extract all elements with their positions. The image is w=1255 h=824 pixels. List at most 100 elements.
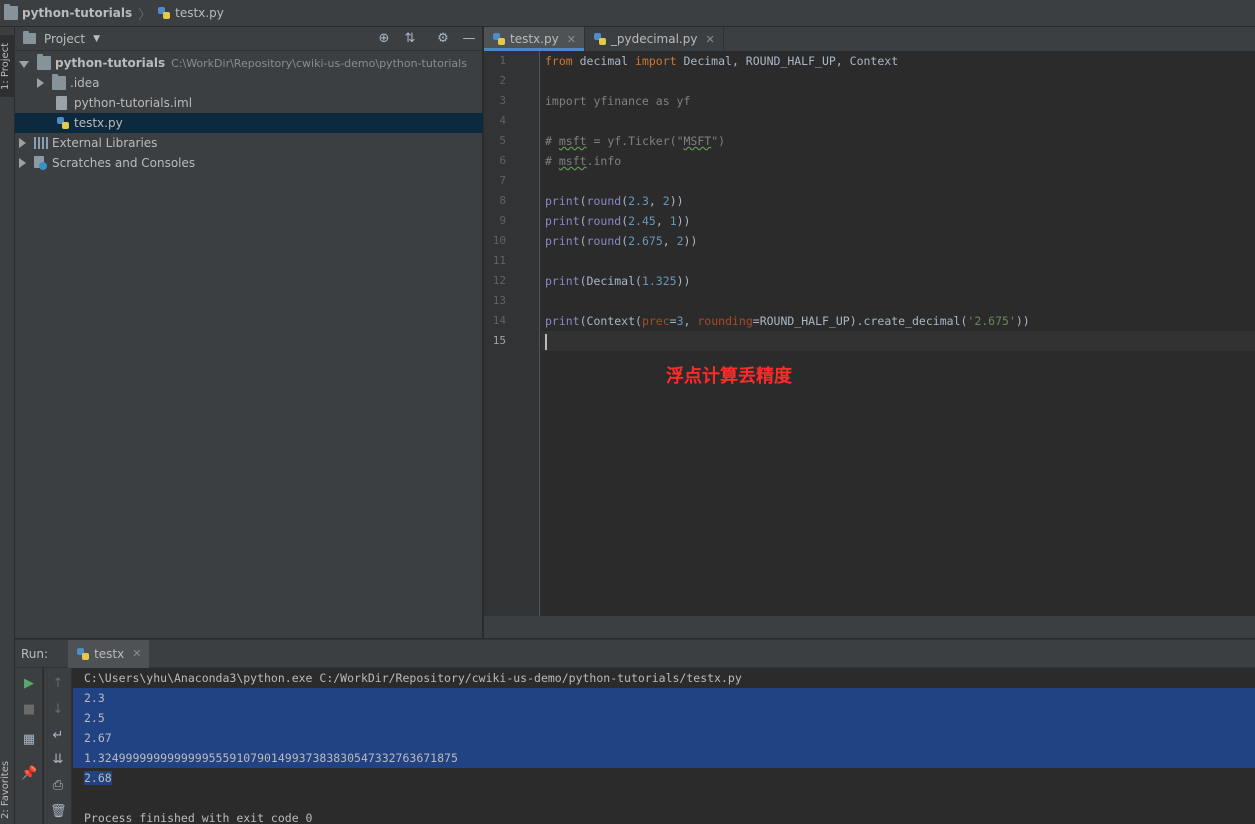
python-file-icon — [492, 32, 506, 46]
line-number: 4 — [499, 114, 506, 127]
line-number: 8 — [499, 194, 506, 207]
tree-item-label: python-tutorials.iml — [74, 96, 193, 110]
code-line-14: print(Context(prec=3, rounding=ROUND_HAL… — [545, 314, 1030, 328]
tree-item-project-root[interactable]: python-tutorials C:\WorkDir\Repository\c… — [15, 53, 483, 73]
navigation-bar: python-tutorials 〉 testx.py — [0, 0, 1255, 27]
line-number: 7 — [499, 174, 506, 187]
close-icon[interactable]: ✕ — [705, 33, 714, 46]
console-line: 1.32499999999999995559107901499373838305… — [73, 748, 1255, 768]
chevron-down-icon[interactable]: ▼ — [93, 34, 100, 44]
layout-icon[interactable]: ▦ — [21, 732, 37, 748]
collapse-all-icon[interactable]: ⇅ — [402, 31, 418, 47]
run-toolbar-secondary: ↑ ↓ ↵ ⇊ ⎙ 🗑 — [44, 668, 72, 824]
code-line-5: # msft = yf.Ticker("MSFT") — [545, 134, 726, 148]
tab-testx[interactable]: testx.py ✕ — [484, 27, 585, 51]
scratch-icon — [34, 156, 48, 170]
line-number: 5 — [499, 134, 506, 147]
line-number: 10 — [492, 234, 506, 247]
project-view-selector[interactable]: Project — [44, 32, 85, 46]
code-line-1: from decimal import Decimal, ROUND_HALF_… — [545, 54, 899, 68]
arrow-down-icon[interactable]: ↓ — [50, 702, 66, 718]
tree-item-label: testx.py — [74, 116, 123, 130]
stop-icon[interactable]: ■ — [21, 702, 37, 718]
editor-panel: testx.py ✕ _pydecimal.py ✕ 1 2 3 4 5 6 7… — [484, 27, 1255, 638]
console-line: 2.67 — [73, 728, 1255, 748]
console-line: 2.3 — [73, 688, 1255, 708]
tree-item-label: Scratches and Consoles — [52, 156, 196, 170]
tab-pydecimal[interactable]: _pydecimal.py ✕ — [585, 27, 724, 51]
line-number: 6 — [499, 154, 506, 167]
run-icon[interactable]: ▶ — [21, 676, 37, 692]
left-tool-stripe: 1: Project 2: Favorites — [0, 27, 15, 824]
line-number: 9 — [499, 214, 506, 227]
print-icon[interactable]: ⎙ — [50, 778, 66, 794]
console-line: C:\Users\yhu\Anaconda3\python.exe C:/Wor… — [84, 671, 742, 685]
line-number: 1 — [499, 54, 506, 67]
expand-arrow-icon[interactable] — [19, 60, 29, 68]
expand-arrow-icon[interactable] — [19, 138, 26, 148]
run-tab-testx[interactable]: testx ✕ — [68, 639, 150, 668]
breadcrumb-project[interactable]: python-tutorials — [4, 0, 132, 27]
python-file-icon — [56, 116, 70, 130]
tree-item-label: python-tutorials — [55, 56, 166, 70]
run-panel: Run: testx ✕ ▶ ■ ▦ 📌 ↑ ↓ ↵ ⇊ ⎙ 🗑 C:\User… — [15, 639, 1255, 824]
tool-tab-favorites[interactable]: 2: Favorites — [0, 755, 15, 824]
gear-icon[interactable]: ⚙ — [435, 31, 451, 47]
breadcrumb-file-label: testx.py — [175, 6, 224, 20]
tool-tab-project[interactable]: 1: Project — [0, 35, 15, 97]
run-toolbar-primary: ▶ ■ ▦ 📌 — [15, 668, 43, 824]
tree-item-label: External Libraries — [52, 136, 158, 150]
editor-tabs: testx.py ✕ _pydecimal.py ✕ — [484, 27, 1255, 51]
folder-icon — [37, 54, 51, 70]
code-area[interactable]: from decimal import Decimal, ROUND_HALF_… — [541, 51, 1255, 616]
scroll-to-end-icon[interactable]: ⇊ — [50, 752, 66, 768]
tree-item-testx[interactable]: testx.py — [15, 113, 483, 133]
line-number: 12 — [492, 274, 506, 287]
code-line-9: print(round(2.45, 1)) — [545, 214, 691, 228]
code-line-12: print(Decimal(1.325)) — [545, 274, 691, 288]
python-file-icon — [76, 647, 90, 661]
tree-item-external-libraries[interactable]: External Libraries — [15, 133, 483, 153]
trash-icon[interactable]: 🗑 — [50, 804, 67, 820]
tree-item-iml[interactable]: python-tutorials.iml — [15, 93, 483, 113]
project-panel: Project ▼ ⊕ ⇅ ⚙ — python-tutorials C:\Wo… — [15, 27, 483, 638]
breadcrumb-separator: 〉 — [138, 7, 152, 23]
minimize-icon[interactable]: — — [461, 31, 477, 47]
code-line-15-current — [541, 331, 1255, 351]
project-view-icon — [23, 31, 36, 44]
text-caret — [545, 333, 547, 350]
pin-icon[interactable]: 📌 — [21, 766, 37, 782]
tab-label: testx.py — [510, 32, 559, 46]
arrow-up-icon[interactable]: ↑ — [50, 676, 66, 692]
console-line: 2.5 — [73, 708, 1255, 728]
tree-item-scratches[interactable]: Scratches and Consoles — [15, 153, 483, 173]
expand-arrow-icon[interactable] — [37, 78, 44, 88]
folder-icon — [4, 4, 18, 20]
tree-item-label: .idea — [70, 76, 100, 90]
editor-bottom-strip — [484, 616, 1255, 638]
locate-icon[interactable]: ⊕ — [376, 31, 392, 47]
line-number: 14 — [492, 314, 506, 327]
breadcrumb-file[interactable]: testx.py — [157, 0, 224, 27]
line-number: 13 — [492, 294, 506, 307]
library-icon — [34, 137, 48, 149]
soft-wrap-icon[interactable]: ↵ — [50, 728, 66, 744]
console-output[interactable]: C:\Users\yhu\Anaconda3\python.exe C:/Wor… — [73, 668, 1255, 824]
close-icon[interactable]: ✕ — [567, 33, 576, 46]
line-number: 3 — [499, 94, 506, 107]
line-number: 11 — [492, 254, 506, 267]
tree-item-idea[interactable]: .idea — [15, 73, 483, 93]
console-line: Process finished with exit code 0 — [84, 811, 313, 824]
code-line-3: import yfinance as yf — [545, 94, 691, 108]
tab-label: _pydecimal.py — [610, 32, 698, 46]
annotation-text: 浮点计算丢精度 — [666, 366, 792, 387]
console-line: 2.68 — [84, 771, 112, 785]
line-number: 2 — [499, 74, 506, 87]
line-number-current: 15 — [492, 334, 506, 347]
project-toolbar: Project ▼ ⊕ ⇅ ⚙ — — [15, 27, 482, 51]
code-line-8: print(round(2.3, 2)) — [545, 194, 684, 208]
code-line-10: print(round(2.675, 2)) — [545, 234, 698, 248]
close-icon[interactable]: ✕ — [132, 647, 141, 660]
expand-arrow-icon[interactable] — [19, 158, 26, 168]
